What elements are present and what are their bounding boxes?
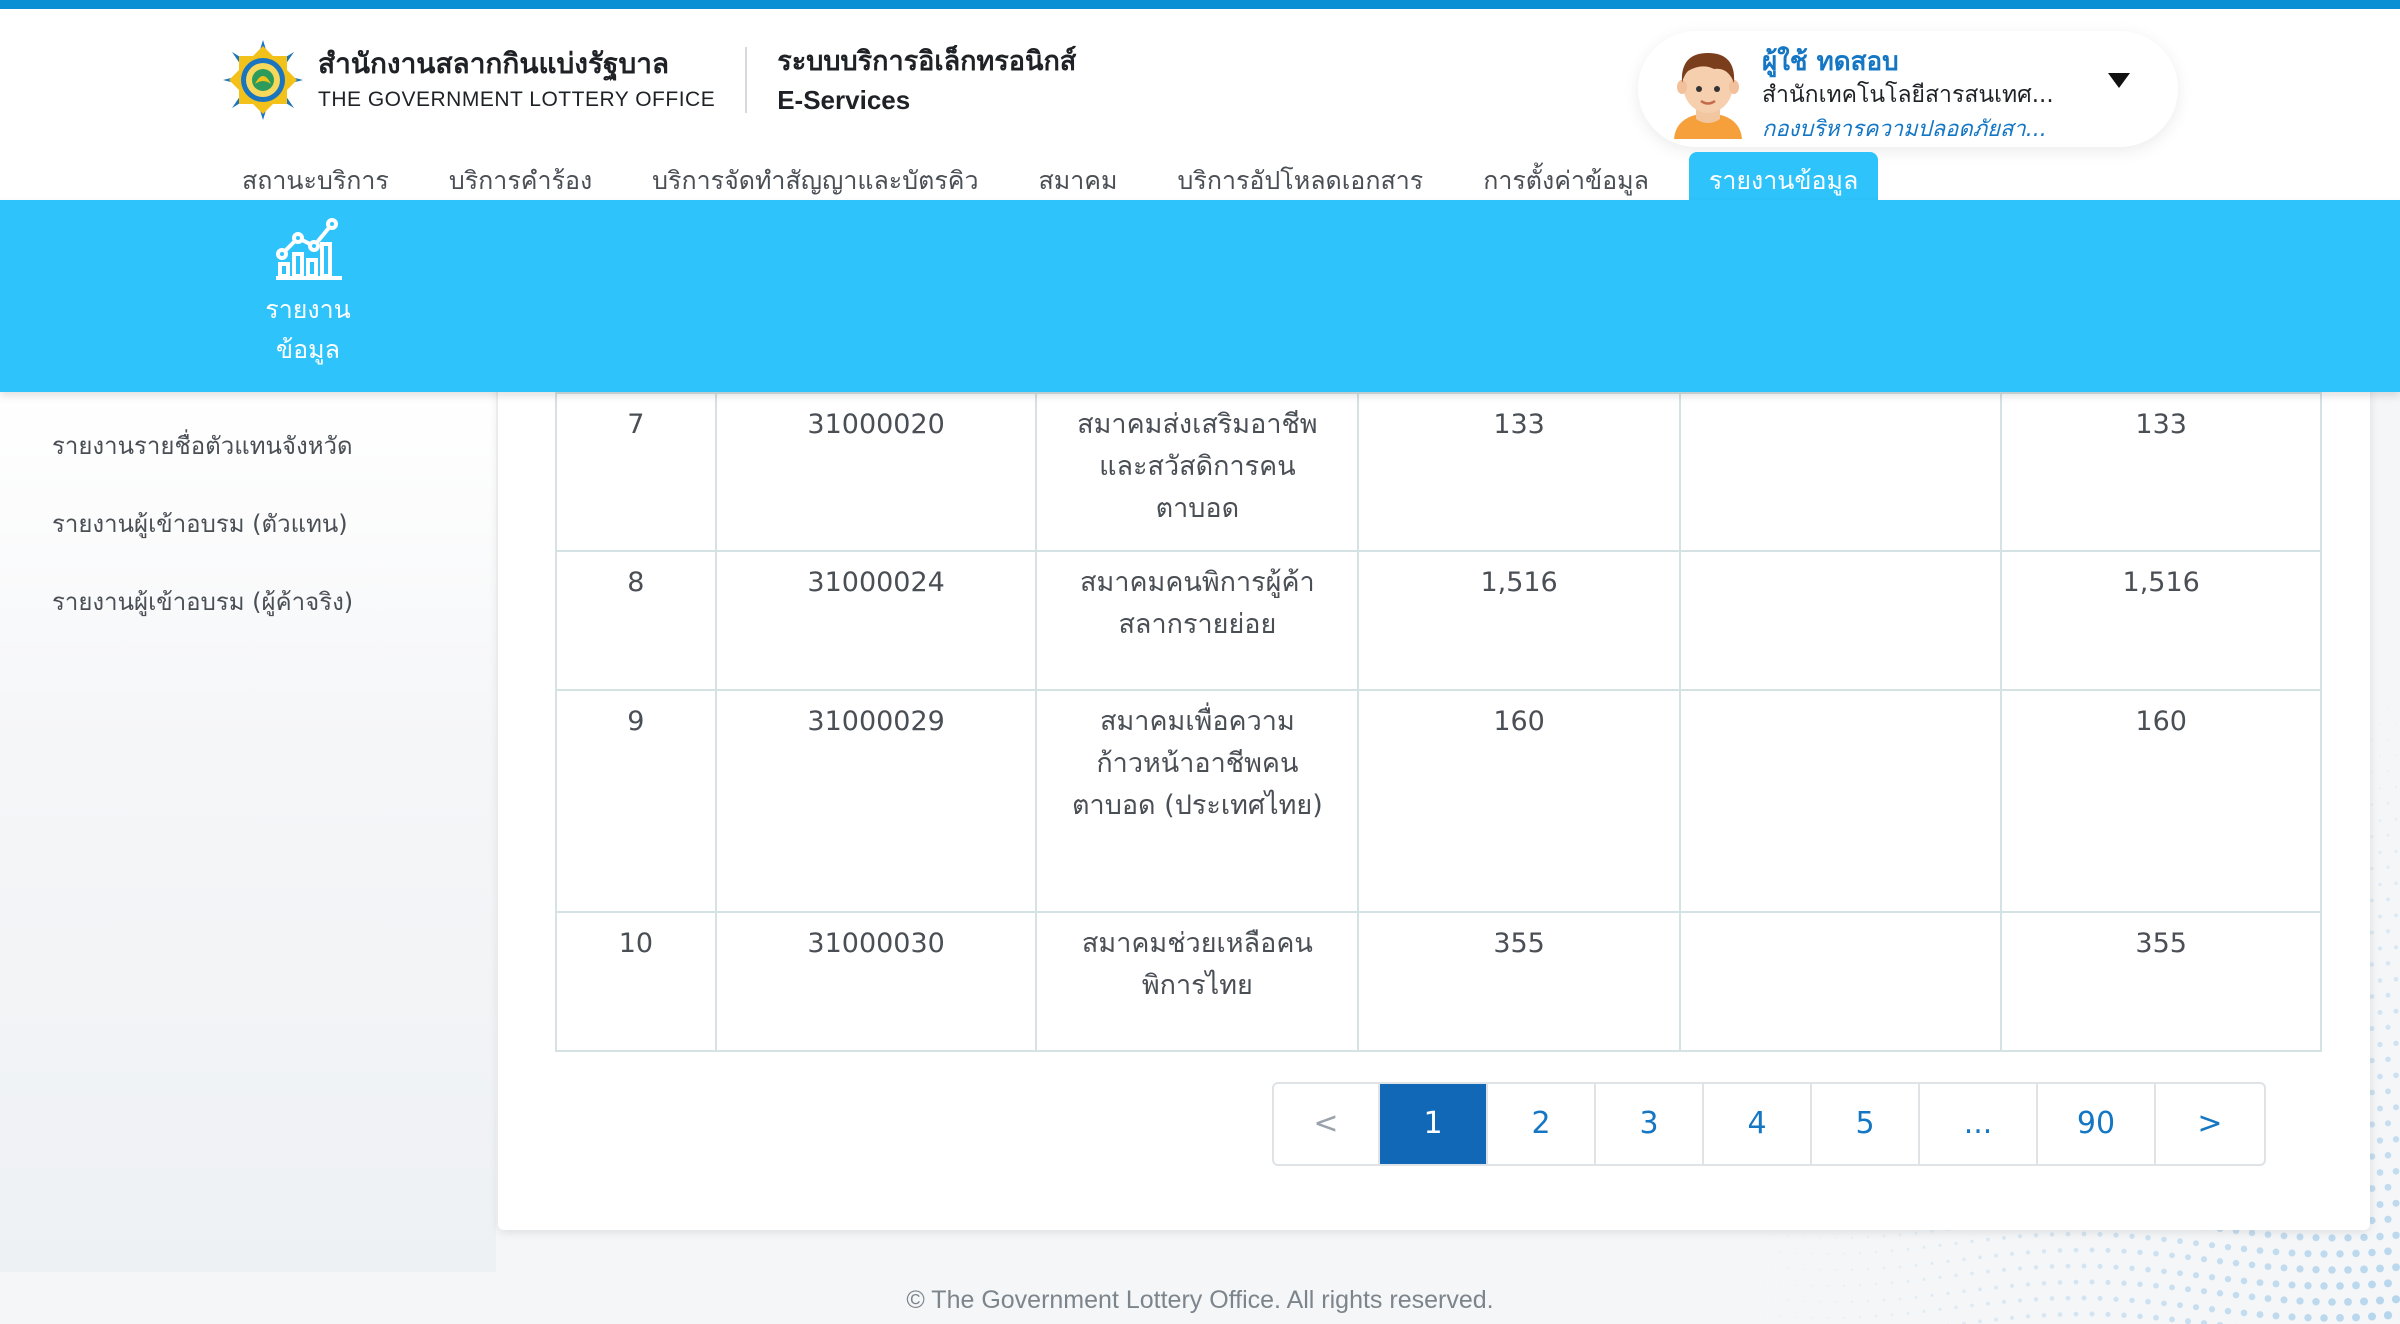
org-name-english: THE GOVERNMENT LOTTERY OFFICE [318, 88, 716, 111]
pagination-page-3[interactable]: 3 [1596, 1084, 1704, 1164]
cell-association-name: สมาคมคนพิการผู้ค้า สลากรายย่อย [1035, 550, 1360, 691]
cell-value: 1,516 [1357, 550, 1681, 691]
cell-code: 31000029 [714, 689, 1038, 913]
pagination-ellipsis[interactable]: ... [1920, 1084, 2038, 1164]
chart-report-icon[interactable] [274, 214, 344, 282]
table-row: 7 31000020 สมาคมส่งเสริมอาชีพ และสวัสดิก… [555, 392, 2322, 552]
header: สำนักงานสลากกินแบ่งรัฐบาล THE GOVERNMENT… [0, 9, 2400, 209]
cell-number: 10 [555, 911, 717, 1052]
sidebar-item-provincial-agents[interactable]: รายงานรายชื่อตัวแทนจังหวัด [52, 426, 353, 465]
cell-code: 31000030 [714, 911, 1038, 1052]
cell-value: 160 [1357, 689, 1681, 913]
cell-number: 8 [555, 550, 717, 691]
pagination-page-2[interactable]: 2 [1488, 1084, 1596, 1164]
footer-copyright: © The Government Lottery Office. All rig… [906, 1286, 1494, 1314]
cell-value [1678, 550, 2003, 691]
pagination-page-4[interactable]: 4 [1704, 1084, 1812, 1164]
cell-total: 1,516 [2000, 550, 2322, 691]
cell-total: 160 [2000, 689, 2322, 913]
report-table: 7 31000020 สมาคมส่งเสริมอาชีพ และสวัสดิก… [555, 392, 2322, 1052]
cell-value [1678, 911, 2003, 1052]
caret-down-icon[interactable] [2108, 73, 2130, 88]
cell-code: 31000024 [714, 550, 1038, 691]
report-band-label[interactable]: รายงานข้อมูล [238, 290, 378, 370]
pagination-page-1[interactable]: 1 [1380, 1084, 1488, 1164]
header-divider [745, 47, 748, 113]
table-row: 8 31000024 สมาคมคนพิการผู้ค้า สลากรายย่อ… [555, 550, 2322, 691]
cell-number: 9 [555, 689, 717, 913]
user-menu[interactable]: ผู้ใช้ ทดสอบ สำนักเทคโนโลยีสารสนเทศ... ก… [1638, 31, 2178, 147]
system-name-english: E-Services [777, 85, 911, 115]
cell-code: 31000020 [714, 392, 1038, 552]
system-name-thai: ระบบบริการอิเล็กทรอนิกส์ [777, 46, 1077, 77]
table-row: 9 31000029 สมาคมเพื่อความ ก้าวหน้าอาชีพค… [555, 689, 2322, 913]
pagination-page-5[interactable]: 5 [1812, 1084, 1920, 1164]
cell-total: 355 [2000, 911, 2322, 1052]
sidebar-item-trainees-agents[interactable]: รายงานผู้เข้าอบรม (ตัวแทน) [52, 504, 348, 543]
top-accent-line [0, 0, 2400, 9]
cell-association-name: สมาคมเพื่อความ ก้าวหน้าอาชีพคน ตาบอด (ปร… [1035, 689, 1360, 913]
pagination-next-button[interactable]: > [2156, 1084, 2264, 1164]
sidebar: รายงานรายชื่อตัวแทนจังหวัด รายงานผู้เข้า… [0, 392, 496, 1272]
user-name: ผู้ใช้ ทดสอบ [1762, 47, 1899, 77]
pagination-page-90[interactable]: 90 [2038, 1084, 2156, 1164]
report-band: รายงานข้อมูล [0, 200, 2400, 392]
pagination: < 1 2 3 4 5 ... 90 > [1272, 1082, 2266, 1166]
table-row: 10 31000030 สมาคมช่วยเหลือคน พิการไทย 35… [555, 911, 2322, 1052]
user-department: สำนักเทคโนโลยีสารสนเทศ... [1762, 82, 2054, 108]
lottery-seal-logo [223, 40, 303, 120]
cell-value [1678, 689, 2003, 913]
sidebar-item-trainees-vendors[interactable]: รายงานผู้เข้าอบรม (ผู้ค้าจริง) [52, 582, 353, 621]
cell-association-name: สมาคมช่วยเหลือคน พิการไทย [1035, 911, 1360, 1052]
cell-total: 133 [2000, 392, 2322, 552]
pagination-prev-button[interactable]: < [1274, 1084, 1380, 1164]
cell-value [1678, 392, 2003, 552]
cell-number: 7 [555, 392, 717, 552]
brand[interactable]: สำนักงานสลากกินแบ่งรัฐบาล THE GOVERNMENT… [222, 39, 1076, 121]
user-avatar [1658, 39, 1758, 139]
org-name-thai: สำนักงานสลากกินแบ่งรัฐบาล [318, 47, 670, 80]
user-unit: กองบริหารความปลอดภัยสา... [1762, 117, 2047, 142]
cell-association-name: สมาคมส่งเสริมอาชีพ และสวัสดิการคน ตาบอด [1035, 392, 1360, 552]
cell-value: 133 [1357, 392, 1681, 552]
cell-value: 355 [1357, 911, 1681, 1052]
